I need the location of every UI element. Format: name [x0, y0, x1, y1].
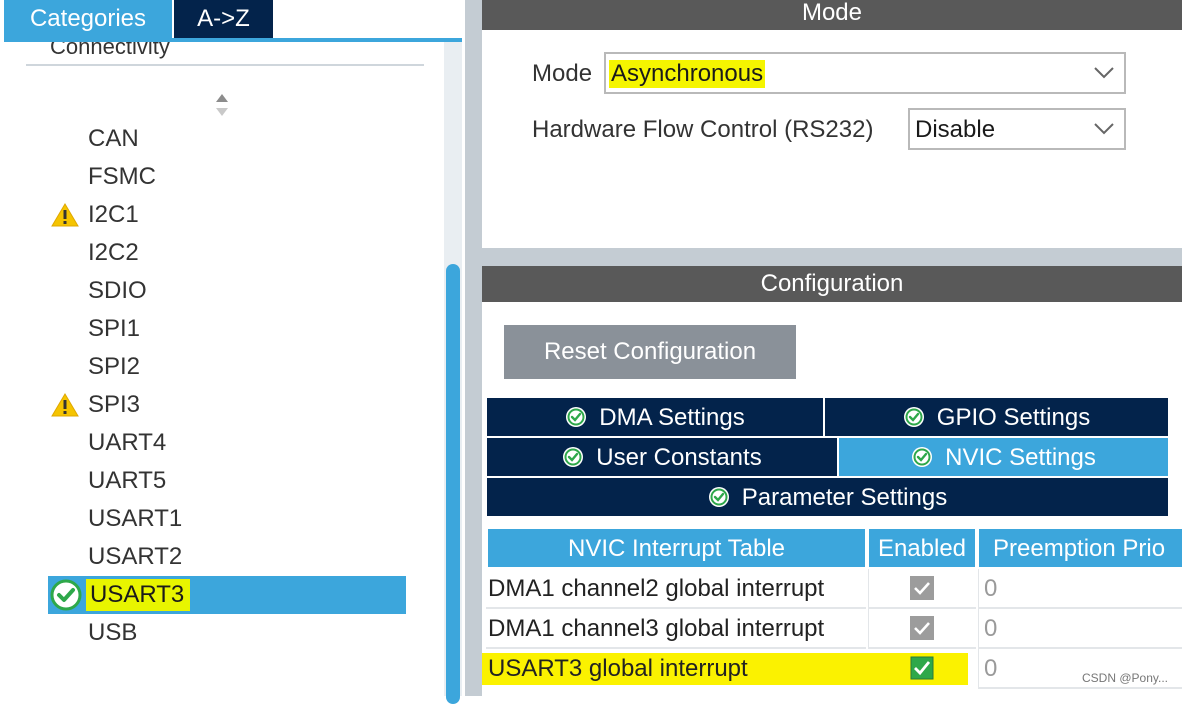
- interrupt-name: DMA1 channel3 global interrupt: [488, 615, 825, 642]
- list-item-spi2[interactable]: SPI2: [48, 348, 406, 386]
- checkbox-checked[interactable]: [910, 656, 934, 680]
- list-item-i2c2[interactable]: I2C2: [48, 234, 406, 272]
- mode-label: Mode: [532, 60, 593, 87]
- list-item-fsmc[interactable]: FSMC: [48, 158, 406, 196]
- flow-control-select[interactable]: Disable: [908, 108, 1126, 150]
- mode-select[interactable]: Asynchronous: [604, 52, 1126, 94]
- list-scrollbar[interactable]: [444, 42, 462, 704]
- list-item-label: SPI3: [88, 391, 141, 418]
- group-divider: [26, 64, 424, 66]
- list-item-label: CAN: [88, 125, 139, 152]
- flow-control-value: Disable: [915, 116, 996, 143]
- chevron-down-icon: [1094, 67, 1114, 79]
- tab-dma-settings[interactable]: DMA Settings: [487, 398, 823, 436]
- tab-nvic-settings-label: NVIC Settings: [945, 444, 1096, 471]
- tab-user-constants-label: User Constants: [596, 444, 762, 471]
- panel-splitter[interactable]: [465, 0, 482, 696]
- list-item-label: USART1: [88, 505, 183, 532]
- tab-user-constants[interactable]: User Constants: [487, 438, 837, 476]
- list-item-can[interactable]: CAN: [48, 120, 406, 158]
- list-item-label: I2C1: [88, 201, 139, 228]
- flow-control-label: Hardware Flow Control (RS232): [532, 116, 874, 143]
- section-separator: [482, 248, 1182, 266]
- column-header-interrupt[interactable]: NVIC Interrupt Table: [488, 529, 865, 567]
- tab-gpio-settings[interactable]: GPIO Settings: [825, 398, 1168, 436]
- list-item-spi1[interactable]: SPI1: [48, 310, 406, 348]
- peripheral-panel: Categories A->Z Connectivity CAN FSMC I2…: [0, 0, 465, 704]
- tab-categories[interactable]: Categories: [4, 0, 172, 38]
- checkbox-disabled-checked[interactable]: [910, 576, 934, 600]
- check-circle-icon: [50, 579, 82, 611]
- check-circle-icon: [563, 446, 584, 467]
- interrupt-name: DMA1 channel2 global interrupt: [488, 575, 825, 602]
- list-item-label: USB: [88, 619, 138, 646]
- list-item-label: SDIO: [88, 277, 147, 304]
- chevron-down-icon: [1094, 123, 1114, 135]
- tab-dma-settings-label: DMA Settings: [599, 404, 745, 431]
- list-item-usart3[interactable]: USART3: [48, 576, 406, 614]
- watermark: CSDN @Pony...: [1082, 671, 1168, 685]
- list-item-spi3[interactable]: SPI3: [48, 386, 406, 424]
- list-item-usart1[interactable]: USART1: [48, 500, 406, 538]
- check-circle-icon: [903, 406, 924, 427]
- list-item-label: UART4: [88, 429, 167, 456]
- table-row[interactable]: DMA1 channel3 global interrupt 0: [486, 609, 1182, 649]
- list-item-uart4[interactable]: UART4: [48, 424, 406, 462]
- tab-a-to-z[interactable]: A->Z: [174, 0, 273, 38]
- interrupt-name: USART3 global interrupt: [488, 655, 748, 682]
- peripheral-list: CAN FSMC I2C1 I2C2 SDIO SPI1 SPI2 SPI3 U…: [48, 120, 406, 652]
- priority-value: 0: [984, 655, 998, 682]
- mode-select-value: Asynchronous: [609, 60, 766, 88]
- sort-arrows-icon[interactable]: [214, 92, 230, 118]
- priority-value: 0: [984, 575, 998, 602]
- list-item-usb[interactable]: USB: [48, 614, 406, 652]
- column-header-enabled[interactable]: Enabled: [869, 529, 975, 567]
- list-item-label: USART3: [86, 579, 191, 611]
- checkbox-disabled-checked[interactable]: [910, 616, 934, 640]
- list-item-uart5[interactable]: UART5: [48, 462, 406, 500]
- mode-header: Mode: [482, 0, 1182, 30]
- list-item-label: USART2: [88, 543, 183, 570]
- list-item-i2c1[interactable]: I2C1: [48, 196, 406, 234]
- list-item-sdio[interactable]: SDIO: [48, 272, 406, 310]
- list-item-label: UART5: [88, 467, 167, 494]
- column-header-preemption-priority[interactable]: Preemption Prio: [979, 529, 1182, 567]
- reset-configuration-button[interactable]: Reset Configuration: [504, 325, 796, 379]
- tab-gpio-settings-label: GPIO Settings: [936, 404, 1091, 431]
- list-item-label: SPI2: [88, 353, 141, 380]
- priority-value: 0: [984, 615, 998, 642]
- check-circle-icon: [912, 446, 933, 467]
- configuration-header: Configuration: [482, 266, 1182, 302]
- table-row[interactable]: DMA1 channel2 global interrupt 0: [486, 569, 1182, 609]
- scrollbar-thumb[interactable]: [446, 264, 460, 704]
- tab-parameter-settings[interactable]: Parameter Settings: [487, 478, 1168, 516]
- check-circle-icon: [566, 406, 587, 427]
- list-item-label: SPI1: [88, 315, 141, 342]
- row-priority-cell: [978, 609, 1182, 649]
- group-title-connectivity[interactable]: Connectivity: [50, 42, 170, 60]
- list-item-usart2[interactable]: USART2: [48, 538, 406, 576]
- tab-nvic-settings[interactable]: NVIC Settings: [839, 438, 1168, 476]
- check-circle-icon: [708, 486, 729, 507]
- category-tabs: Categories A->Z: [0, 0, 465, 38]
- usart3-config-panel: Mode Mode Asynchronous Hardware Flow Con…: [482, 0, 1182, 696]
- peripheral-list-box: Connectivity CAN FSMC I2C1 I2C2 SDIO SPI…: [4, 42, 448, 696]
- warning-icon: [51, 393, 79, 417]
- warning-icon: [51, 203, 79, 227]
- list-item-label: I2C2: [88, 239, 139, 266]
- list-item-label: FSMC: [88, 163, 156, 190]
- row-priority-cell: [978, 569, 1182, 609]
- tab-parameter-settings-label: Parameter Settings: [741, 484, 948, 511]
- table-row-usart3[interactable]: USART3 global interrupt 0: [482, 649, 1182, 689]
